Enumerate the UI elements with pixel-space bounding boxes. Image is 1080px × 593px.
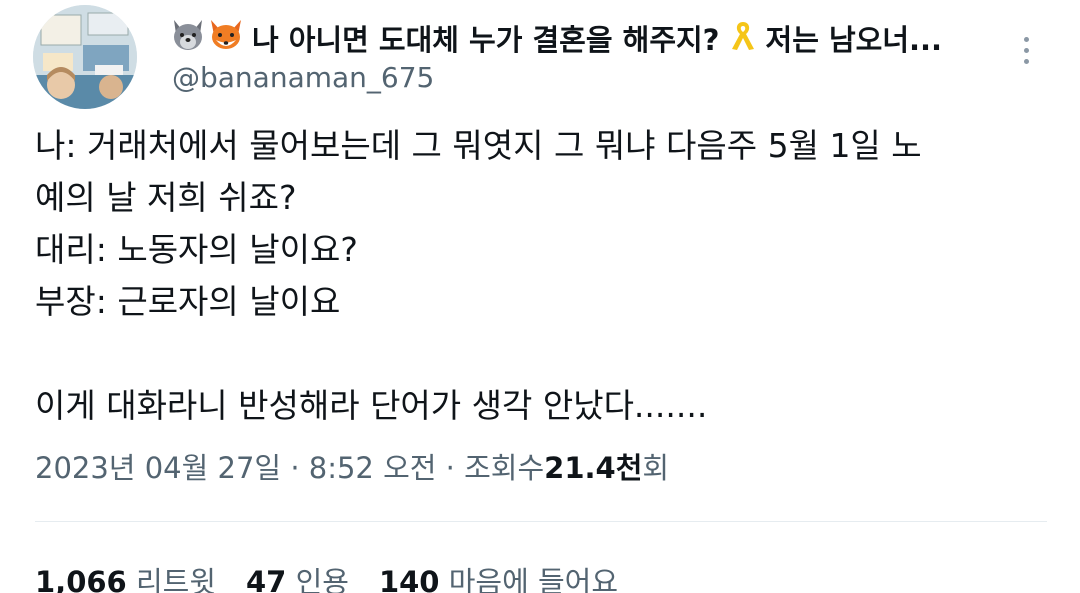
more-dot xyxy=(1023,36,1029,42)
tweet-time[interactable]: 8:52 오전 xyxy=(309,451,437,485)
likes-stat[interactable]: 140 마음에 들어요 xyxy=(379,565,618,593)
meta-separator: · xyxy=(445,451,455,485)
retweets-label: 리트윗 xyxy=(135,565,216,593)
more-vertical-icon[interactable] xyxy=(1012,28,1040,72)
tweet-meta: 2023년 04월 27일 · 8:52 오전 · 조회수21.4천회 xyxy=(35,446,669,490)
display-name-text-suffix: 저는 남오너... xyxy=(765,23,943,57)
tweet-line: 이게 대화라니 반성해라 단어가 생각 안났다....... xyxy=(35,386,708,425)
yellow-ribbon-emoji xyxy=(728,20,758,60)
tweet: 나 아니면 도대체 누가 결혼을 해주지? 저는 남오너... @bananam… xyxy=(0,0,1080,593)
likes-count: 140 xyxy=(378,565,440,593)
display-name[interactable]: 나 아니면 도대체 누가 결혼을 해주지? 저는 남오너... xyxy=(170,20,990,60)
tweet-stats: 1,066 리트윗 47 인용 140 마음에 들어요 xyxy=(35,560,618,593)
quotes-count: 47 xyxy=(246,565,287,593)
avatar[interactable] xyxy=(33,5,137,109)
tweet-body: 나: 거래처에서 물어보는데 그 뭐엿지 그 뭐냐 다음주 5월 1일 노 예의… xyxy=(35,120,1045,432)
tweet-line: 나: 거래처에서 물어보는데 그 뭐엿지 그 뭐냐 다음주 5월 1일 노 xyxy=(35,126,922,165)
divider xyxy=(35,521,1047,522)
likes-label: 마음에 들어요 xyxy=(448,565,619,593)
meta-separator: · xyxy=(290,451,300,485)
quotes-stat[interactable]: 47 인용 xyxy=(246,565,349,593)
more-dot xyxy=(1023,58,1029,64)
tweet-line: 예의 날 저희 쉬죠? xyxy=(35,178,297,217)
wolf-face-emoji xyxy=(170,20,206,60)
quotes-label: 인용 xyxy=(295,565,349,593)
views-label: 조회수 xyxy=(464,451,545,485)
retweets-count: 1,066 xyxy=(35,565,127,593)
views-suffix: 회 xyxy=(642,451,670,485)
fox-face-emoji xyxy=(208,20,244,60)
more-dot xyxy=(1023,47,1029,53)
user-handle[interactable]: @bananaman_675 xyxy=(172,60,434,96)
views-count: 21.4천 xyxy=(544,451,643,485)
retweets-stat[interactable]: 1,066 리트윗 xyxy=(35,565,216,593)
tweet-date[interactable]: 2023년 04월 27일 xyxy=(35,451,281,485)
tweet-line: 대리: 노동자의 날이요? xyxy=(35,230,358,269)
tweet-line: 부장: 근로자의 날이요 xyxy=(35,282,341,321)
display-name-text: 나 아니면 도대체 누가 결혼을 해주지? xyxy=(252,23,720,57)
